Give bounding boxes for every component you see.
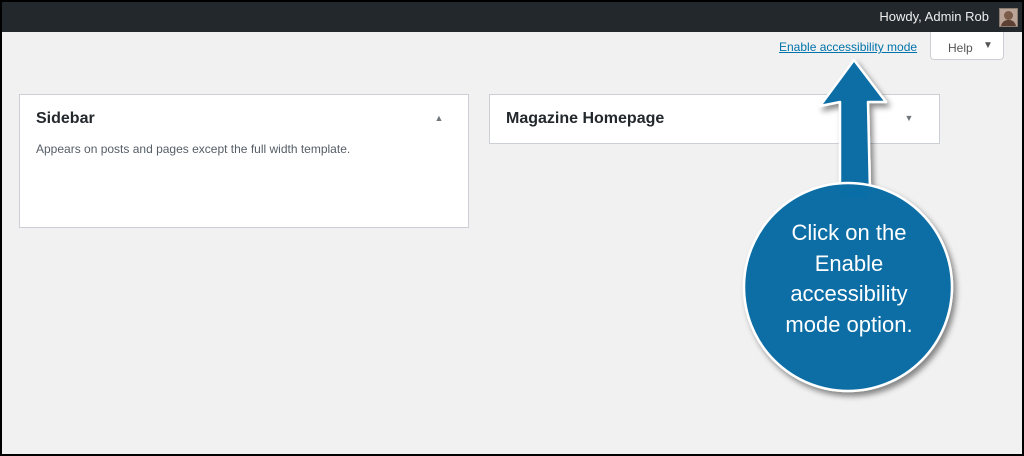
widget-area-magazine-homepage[interactable]: Magazine Homepage ▼ [489, 94, 940, 144]
help-button-label: Help [948, 41, 973, 55]
caret-down-icon: ▼ [983, 40, 993, 51]
widget-area-title[interactable]: Magazine Homepage [506, 110, 664, 128]
annotation-text: Click on the Enable accessibility mode o… [750, 218, 948, 340]
annotation-joint [841, 188, 868, 198]
widget-area-sidebar[interactable]: Sidebar ▲ Appears on posts and pages exc… [19, 94, 469, 228]
annotation-line: Click on the [791, 220, 907, 245]
admin-bar: Howdy, Admin Rob [2, 2, 1022, 32]
annotation-line: Enable [814, 250, 884, 276]
enable-accessibility-mode-link[interactable]: Enable accessibility mode [779, 40, 917, 54]
annotation-line: accessibility [790, 281, 908, 306]
widget-area-title[interactable]: Sidebar [36, 110, 95, 128]
avatar-head [1004, 11, 1013, 20]
help-button[interactable]: Help ▼ [930, 32, 1004, 60]
user-avatar-icon[interactable] [999, 8, 1018, 27]
caret-down-icon[interactable]: ▼ [901, 110, 917, 126]
screenshot-frame: Howdy, Admin Rob Enable accessibility mo… [0, 0, 1024, 456]
avatar-shoulders [1001, 20, 1016, 26]
annotation-line: mode option. [785, 311, 913, 337]
howdy-greeting[interactable]: Howdy, Admin Rob [879, 2, 989, 32]
caret-up-icon[interactable]: ▲ [431, 110, 447, 126]
widget-area-description: Appears on posts and pages except the fu… [36, 142, 351, 156]
